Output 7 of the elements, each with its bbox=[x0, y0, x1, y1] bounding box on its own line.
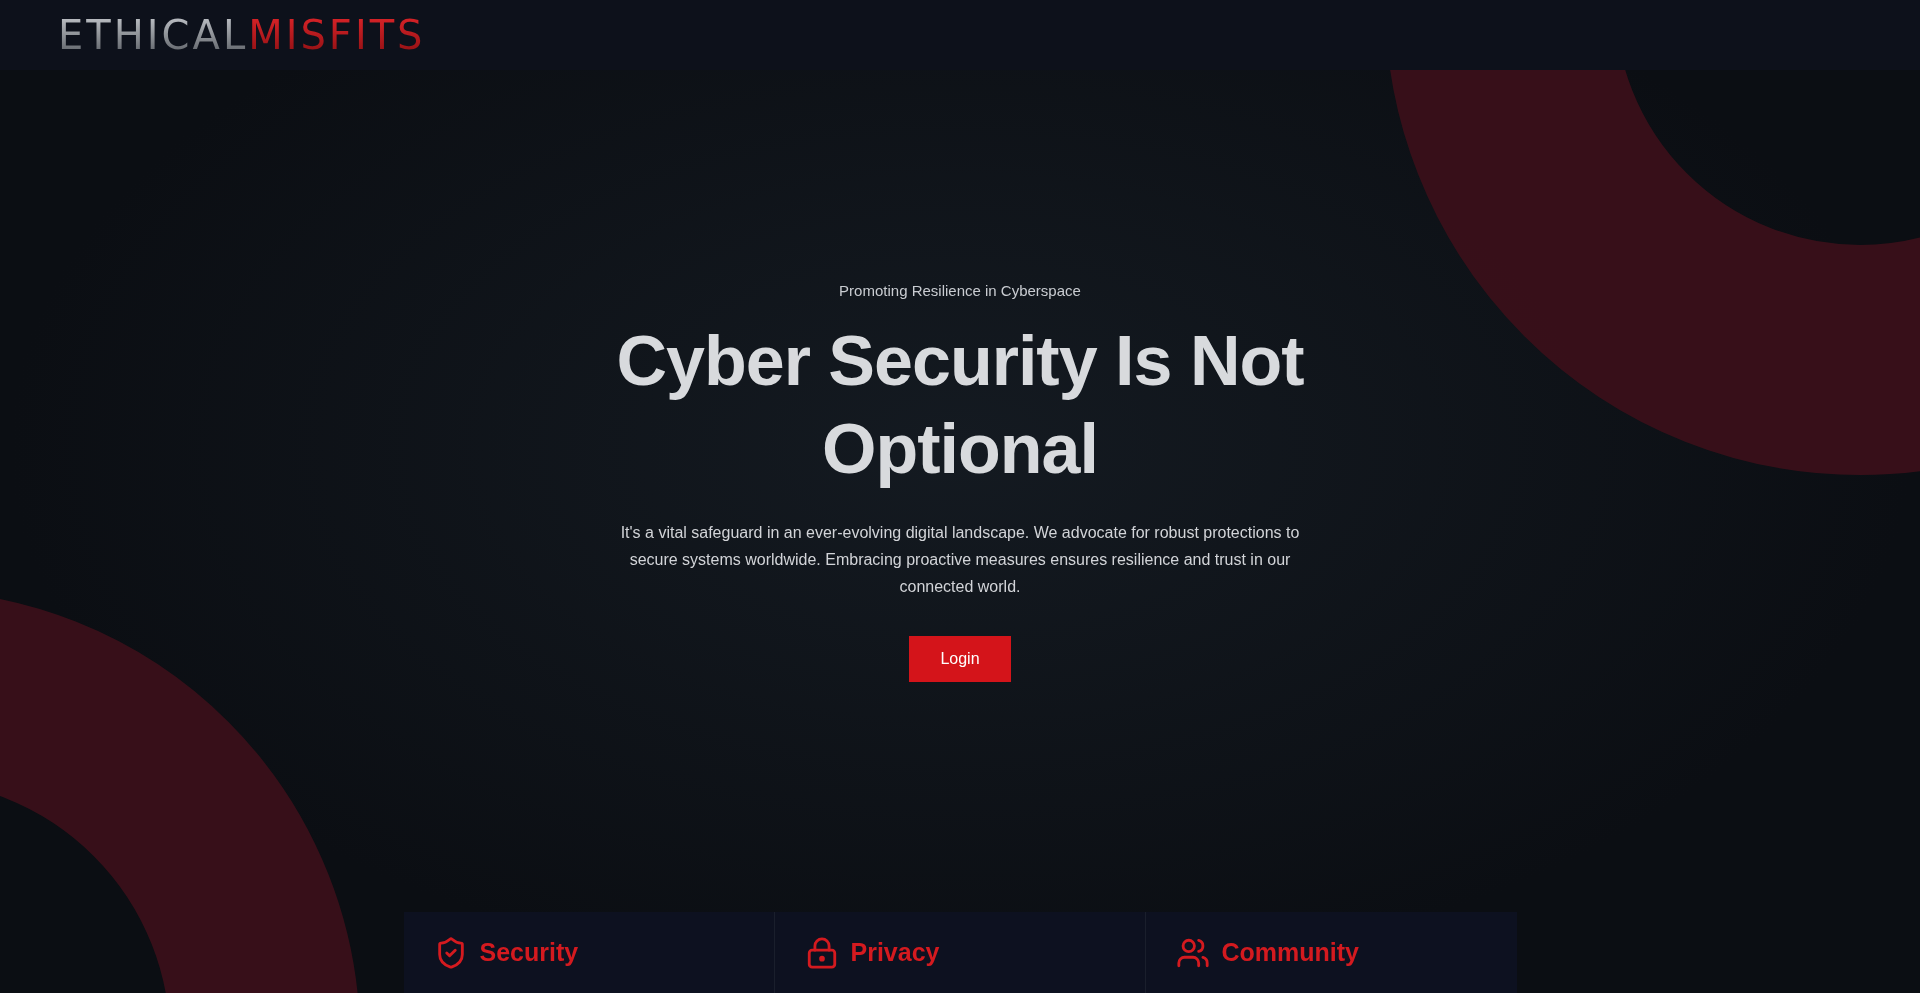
feature-title: Security bbox=[479, 938, 579, 967]
tagline: Promoting Resilience in Cyberspace bbox=[839, 282, 1081, 299]
feature-title: Community bbox=[1221, 938, 1359, 967]
hero-description: It's a vital safeguard in an ever-evolving digital landscape. We advocate for robust protections to secure systems worldwide. Embracing proactive measures ensures resilience and trust in our connected world. bbox=[619, 523, 1301, 597]
hero-heading: Cyber Security Is Not Optional bbox=[615, 321, 1305, 490]
feature-title: Privacy bbox=[850, 938, 940, 967]
login-button[interactable]: Login bbox=[909, 636, 1011, 682]
